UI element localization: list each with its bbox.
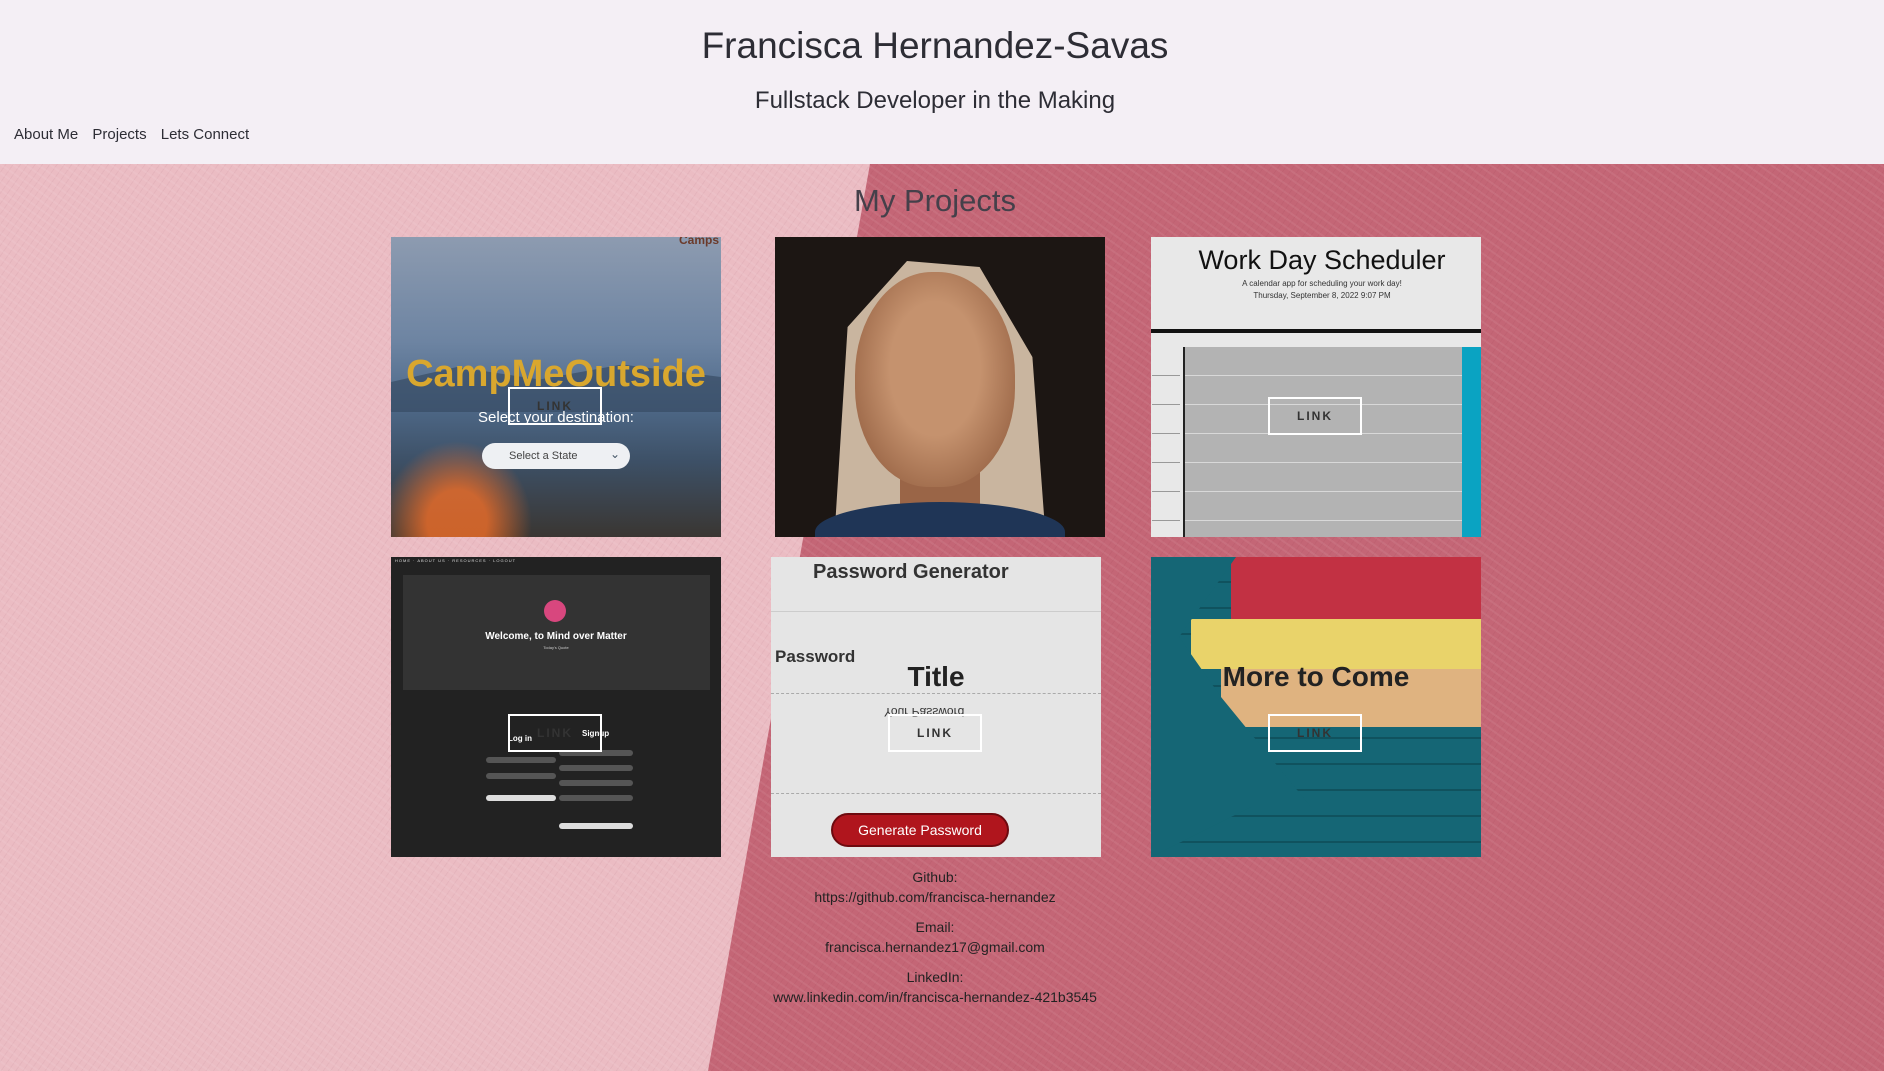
state-select-value: Select a State: [509, 450, 578, 462]
scheduler-hours-column: [1152, 347, 1180, 537]
state-select: Select a State ⌄: [482, 443, 630, 469]
painted-stripe-red: [1231, 557, 1481, 619]
portrait-face: [855, 272, 1015, 487]
quote-text: Today's Quote: [543, 645, 569, 650]
login-submit: [486, 795, 556, 801]
chevron-down-icon: ⌄: [609, 447, 620, 461]
scheduler-save-column: [1462, 347, 1481, 537]
contact-github: Github: https://github.com/francisca-her…: [0, 867, 1870, 907]
github-link[interactable]: https://github.com/francisca-hernandez: [0, 887, 1870, 907]
project-card-work-day-scheduler[interactable]: Work Day Scheduler A calendar app for sc…: [1151, 237, 1481, 537]
project-card-password-generator[interactable]: Password Generator Password Your Passwor…: [771, 557, 1101, 857]
project-card-more-to-come[interactable]: More to Come LINK: [1151, 557, 1481, 857]
nav-lets-connect[interactable]: Lets Connect: [161, 126, 249, 143]
project-link-button[interactable]: LINK: [888, 714, 982, 752]
card-title: Title: [907, 661, 965, 692]
password-box-bottom: [771, 793, 1101, 794]
site-title: Francisca Hernandez-Savas: [701, 25, 1169, 66]
project-card-portrait[interactable]: [775, 237, 1105, 537]
project-link-button[interactable]: LINK: [508, 387, 602, 425]
card-title: More to Come: [1222, 661, 1410, 692]
scheduler-title: Work Day Scheduler: [1198, 245, 1446, 275]
github-label: Github:: [912, 869, 958, 885]
project-link-button[interactable]: LINK: [508, 714, 602, 752]
contact-linkedin: LinkedIn: www.linkedin.com/in/francisca-…: [0, 967, 1870, 1007]
site-header: Francisca Hernandez-Savas Fullstack Deve…: [0, 0, 1884, 164]
signup-field: [559, 780, 633, 786]
project-link-button[interactable]: LINK: [1268, 397, 1362, 435]
portrait-shirt: [815, 502, 1065, 537]
generator-divider: [771, 611, 1101, 612]
linkedin-link[interactable]: www.linkedin.com/in/francisca-hernandez-…: [0, 987, 1870, 1007]
projects-section: My Projects Camps CampMeOutside Select y…: [0, 164, 1884, 1071]
email-label: Email:: [915, 919, 955, 935]
project-link-button[interactable]: LINK: [1268, 714, 1362, 752]
project-card-mind-over-matter[interactable]: HOME · ABOUT US · RESOURCES · LOGOUT Wel…: [391, 557, 721, 857]
projects-heading: My Projects: [854, 183, 1016, 218]
linkedin-label: LinkedIn:: [906, 969, 964, 985]
project-card-campmeoutside[interactable]: Camps CampMeOutside Select your destinat…: [391, 237, 721, 537]
login-field: [486, 773, 556, 779]
signup-field: [559, 765, 633, 771]
main-nav: About Me Projects Lets Connect: [14, 126, 259, 143]
login-field: [486, 757, 556, 763]
scheduler-subtitle: A calendar app for scheduling your work …: [1242, 279, 1402, 288]
site-tagline: Fullstack Developer in the Making: [754, 87, 1116, 114]
contact-email: Email: francisca.hernandez17@gmail.com: [0, 917, 1870, 957]
corner-text: Camps: [678, 237, 719, 247]
scheduler-date: Thursday, September 8, 2022 9:07 PM: [1253, 291, 1391, 300]
signup-field: [559, 795, 633, 801]
welcome-text: Welcome, to Mind over Matter: [485, 631, 627, 642]
scheduler-grid: [1183, 347, 1464, 537]
screenshot-top-nav: HOME · ABOUT US · RESOURCES · LOGOUT: [395, 558, 517, 563]
email-link[interactable]: francisca.hernandez17@gmail.com: [0, 937, 1870, 957]
scheduler-divider: [1151, 329, 1481, 333]
generator-heading: Password Generator: [813, 561, 1009, 583]
nav-projects[interactable]: Projects: [92, 126, 146, 143]
logo-icon: [544, 600, 566, 622]
signup-submit: [559, 823, 633, 829]
generate-password-button: Generate Password: [831, 813, 1009, 847]
nav-about-me[interactable]: About Me: [14, 126, 78, 143]
password-box-top: [771, 693, 1101, 694]
